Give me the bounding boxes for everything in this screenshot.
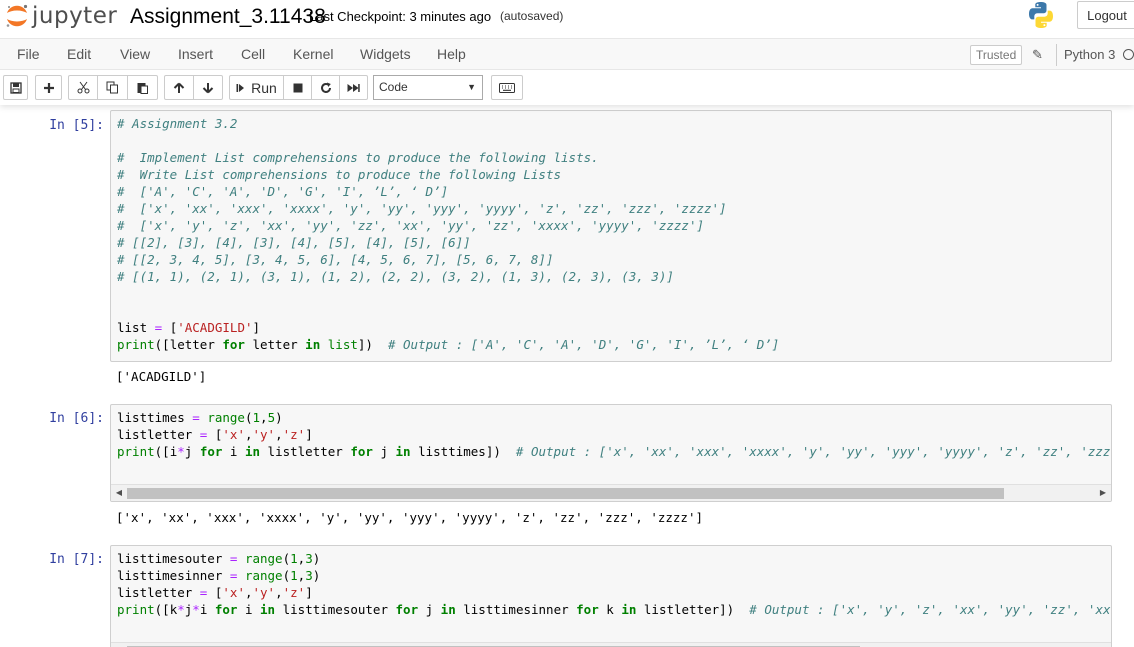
code-editor[interactable]: listtimes = range(1,5) listletter = ['x'… [110, 404, 1112, 502]
logout-button[interactable]: Logout [1077, 1, 1134, 29]
save-icon [9, 81, 22, 94]
menu-insert[interactable]: Insert [178, 39, 213, 70]
move-up-button[interactable] [164, 75, 194, 100]
copy-icon [106, 81, 118, 94]
kernel-divider [1056, 44, 1057, 66]
chevron-down-icon: ▼ [467, 82, 476, 92]
horizontal-scrollbar[interactable]: ◀ ▶ [111, 642, 1111, 647]
command-palette-button[interactable] [491, 75, 523, 100]
scroll-right-icon[interactable]: ▶ [1095, 485, 1111, 501]
code-text[interactable]: listtimesouter = range(1,3) listtimesinn… [111, 546, 1111, 618]
stop-icon [293, 83, 302, 92]
menu-file[interactable]: File [17, 39, 40, 70]
jupyter-logo-icon [6, 4, 28, 27]
insert-cell-button[interactable] [35, 75, 62, 100]
trusted-badge[interactable]: Trusted [970, 45, 1023, 65]
menu-view[interactable]: View [120, 39, 150, 70]
menu-edit[interactable]: Edit [67, 39, 91, 70]
step-forward-icon [236, 83, 245, 92]
scroll-right-icon[interactable]: ▶ [1095, 643, 1111, 647]
run-all-button[interactable] [339, 75, 368, 100]
interrupt-button[interactable] [283, 75, 312, 100]
move-down-button[interactable] [193, 75, 223, 100]
notebook-container: In [5]: # Assignment 3.2 # Implement Lis… [0, 105, 1134, 647]
jupyter-logo[interactable]: jupyter [4, 2, 117, 30]
menu-cell[interactable]: Cell [241, 39, 265, 70]
arrow-up-icon [173, 82, 185, 93]
checkpoint-status: Last Checkpoint: 3 minutes ago [309, 9, 492, 24]
fast-forward-icon [347, 83, 360, 92]
jupyter-logo-text: jupyter [32, 3, 118, 29]
code-editor[interactable]: listtimesouter = range(1,3) listtimesinn… [110, 545, 1112, 647]
cell-type-value: Code [379, 80, 408, 94]
refresh-icon [320, 82, 331, 93]
menu-kernel[interactable]: Kernel [293, 39, 333, 70]
plus-icon [43, 82, 54, 93]
paste-button[interactable] [127, 75, 158, 100]
pencil-icon[interactable]: ✎ [1032, 47, 1043, 63]
keyboard-icon [499, 82, 515, 93]
menu-bar: File Edit View Insert Cell Kernel Widget… [0, 38, 1134, 70]
paste-icon [137, 83, 148, 94]
input-prompt: In [7]: [49, 552, 104, 567]
cell-output: ['x', 'xx', 'xxx', 'xxxx', 'y', 'yy', 'y… [116, 510, 703, 525]
autosave-status: (autosaved) [500, 9, 564, 23]
code-text[interactable]: listtimes = range(1,5) listletter = ['x'… [111, 405, 1111, 460]
arrow-down-icon [202, 82, 214, 93]
kernel-name: Python 3 [1064, 47, 1116, 62]
menu-widgets[interactable]: Widgets [360, 39, 411, 70]
restart-button[interactable] [311, 75, 340, 100]
run-button-label: Run [251, 79, 277, 96]
scroll-left-icon[interactable]: ◀ [111, 485, 127, 501]
code-text[interactable]: # Assignment 3.2 # Implement List compre… [111, 111, 1111, 353]
scrollbar-thumb[interactable] [127, 488, 1004, 499]
horizontal-scrollbar[interactable]: ◀ ▶ [111, 484, 1111, 501]
notebook-header: jupyter Assignment_3.11438 Last Checkpoi… [0, 0, 1134, 105]
cell-type-select[interactable]: Code ▼ [373, 75, 483, 100]
cell-output: ['ACADGILD'] [116, 369, 207, 384]
cut-button[interactable] [68, 75, 98, 100]
input-prompt: In [5]: [49, 118, 104, 133]
kernel-idle-icon [1123, 49, 1134, 60]
input-prompt: In [6]: [49, 411, 104, 426]
menu-help[interactable]: Help [437, 39, 466, 70]
notebook-title[interactable]: Assignment_3.11438 [126, 2, 330, 32]
copy-button[interactable] [97, 75, 128, 100]
cut-icon [77, 81, 89, 94]
run-button[interactable]: Run [229, 75, 284, 100]
toolbar: Run Code ▼ [0, 75, 1134, 101]
scroll-left-icon[interactable]: ◀ [111, 643, 127, 647]
python-logo-icon [1026, 0, 1056, 35]
save-button[interactable] [3, 75, 28, 100]
code-editor[interactable]: # Assignment 3.2 # Implement List compre… [110, 110, 1112, 362]
